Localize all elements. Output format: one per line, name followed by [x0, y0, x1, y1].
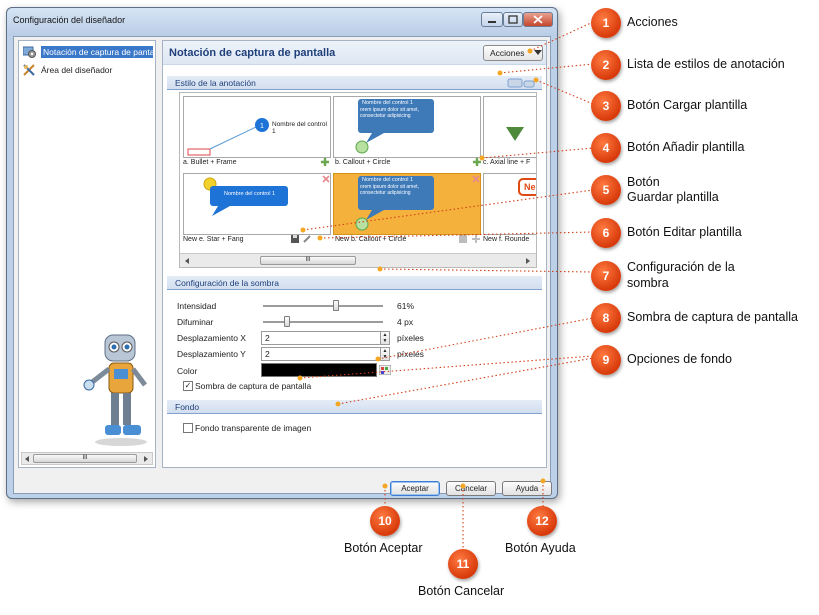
callout-badge-10: 10	[370, 506, 400, 536]
callout-badge-9: 9	[591, 345, 621, 375]
callout-badge-4: 4	[591, 133, 621, 163]
callout-badge-7: 7	[591, 261, 621, 291]
callout-label-3: Botón Cargar plantilla	[627, 98, 748, 112]
callout-label-7-line2: sombra	[627, 276, 669, 290]
callout-label-1: Acciones	[627, 15, 678, 29]
callout-leader-lines	[297, 21, 594, 550]
callout-label-6: Botón Editar plantilla	[627, 225, 742, 239]
callout-badge-1: 1	[591, 8, 621, 38]
callout-badge-12: 12	[527, 506, 557, 536]
callout-label-9: Opciones de fondo	[627, 352, 732, 366]
callout-label-5-line2: Guardar plantilla	[627, 190, 719, 204]
callout-label-8: Sombra de captura de pantalla	[627, 310, 798, 324]
callout-label-7-line1: Configuración de la	[627, 260, 735, 274]
callout-badge-6: 6	[591, 218, 621, 248]
callout-label-5-line1: Botón	[627, 175, 660, 189]
callout-badge-11: 11	[448, 549, 478, 579]
callout-badge-5: 5	[591, 175, 621, 205]
callout-label-4: Botón Añadir plantilla	[627, 140, 745, 154]
callout-label-10: Botón Aceptar	[344, 541, 423, 555]
callout-badge-3: 3	[591, 91, 621, 121]
callout-badge-8: 8	[591, 303, 621, 333]
callout-label-11: Botón Cancelar	[418, 584, 505, 598]
callout-label-2: Lista de estilos de anotación	[627, 57, 785, 71]
callout-badge-2: 2	[591, 50, 621, 80]
callout-label-12: Botón Ayuda	[505, 541, 576, 555]
